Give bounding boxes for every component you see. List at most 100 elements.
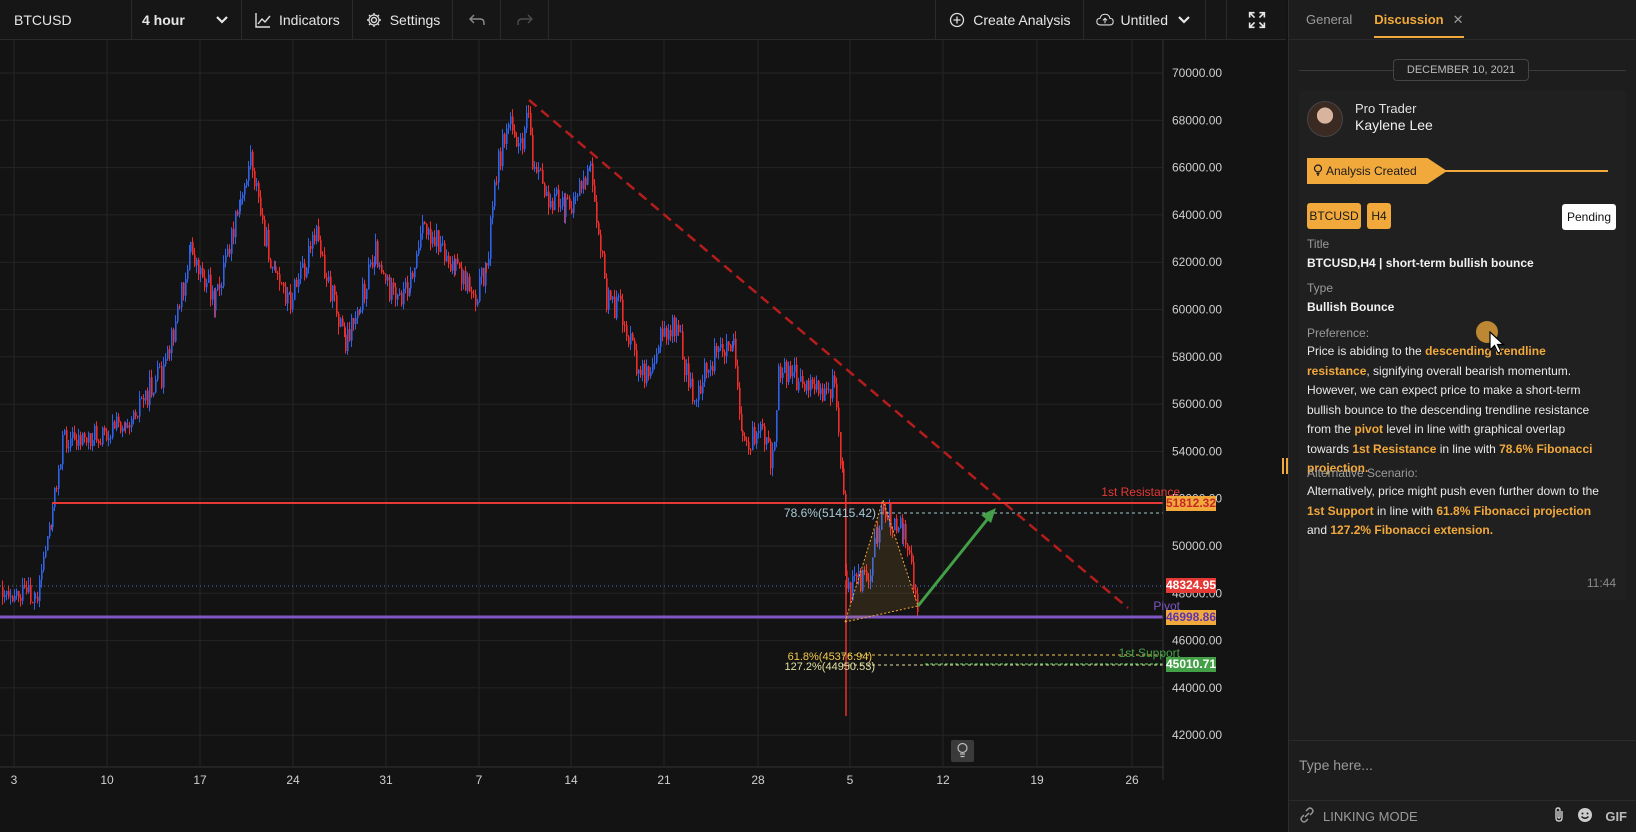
panel-tabs: General Discussion ✕ <box>1289 0 1636 40</box>
candle-body <box>471 291 473 294</box>
interval-selector[interactable]: 4 hour <box>132 0 242 40</box>
candle-body <box>86 437 88 443</box>
layout-name: Untitled <box>1120 11 1168 28</box>
candle-body <box>430 229 432 244</box>
candle-body <box>347 329 349 352</box>
candle-body <box>102 427 104 445</box>
candle-body <box>756 432 758 444</box>
candle-body <box>473 293 475 295</box>
candle-body <box>618 295 620 297</box>
candle-body <box>304 263 306 278</box>
candle-body <box>387 276 389 281</box>
candle-body <box>730 344 732 352</box>
candle-body <box>780 366 782 378</box>
author-name[interactable]: Kaylene Lee <box>1355 117 1433 133</box>
candle-body <box>179 306 181 308</box>
candle-body <box>656 353 658 363</box>
candle-body <box>432 237 434 244</box>
candle-body <box>534 166 536 169</box>
chart-canvas[interactable]: 70000.00 68000.00 66000.00 64000.00 62000.00… <box>0 40 1286 832</box>
candle-body <box>760 423 762 432</box>
linking-mode-button[interactable]: LINKING MODE <box>1299 807 1418 826</box>
candle-body <box>233 228 235 238</box>
descending-trendline[interactable] <box>528 99 1129 609</box>
candle-body <box>240 198 242 206</box>
fullscreen-button[interactable] <box>1226 0 1286 40</box>
candle-body <box>320 240 322 255</box>
price-chart[interactable]: 70000.00 68000.00 66000.00 64000.00 62000.00… <box>0 40 1288 832</box>
candle-body <box>377 241 379 267</box>
candle-body <box>836 383 838 408</box>
candle-body <box>66 430 68 449</box>
panel-footer: LINKING MODE GIF <box>1289 800 1636 832</box>
candle-body <box>774 441 776 451</box>
tab-discussion[interactable]: Discussion ✕ <box>1374 0 1464 40</box>
candle-body <box>4 594 6 598</box>
candle-body <box>294 279 296 300</box>
candle-body <box>151 377 153 396</box>
candle-body <box>694 400 696 402</box>
status-text: Analysis Created <box>1326 164 1417 178</box>
candle-body <box>816 380 818 390</box>
emoji-icon[interactable] <box>1577 807 1593 826</box>
candle-body <box>690 378 692 387</box>
symbol-selector[interactable]: BTCUSD <box>0 0 132 40</box>
candle-body <box>110 437 112 439</box>
candle-body <box>266 229 268 247</box>
candle-body <box>724 351 726 357</box>
candle-body <box>448 255 450 264</box>
candle-body <box>894 518 896 531</box>
tab-general[interactable]: General <box>1306 0 1352 40</box>
candle-body <box>143 397 145 401</box>
candle-body <box>459 262 461 268</box>
candle-body <box>379 264 381 267</box>
candle-body <box>298 278 300 287</box>
candle-body <box>145 390 147 401</box>
indicators-button[interactable]: Indicators <box>242 0 353 40</box>
layout-selector[interactable]: Untitled <box>1084 0 1206 40</box>
create-analysis-button[interactable]: Create Analysis <box>936 0 1084 40</box>
candle-body <box>562 197 564 207</box>
timeframe-chip: H4 <box>1367 203 1391 229</box>
redo-button[interactable] <box>501 0 550 40</box>
candle-body <box>552 200 554 211</box>
candle-body <box>530 112 532 136</box>
projection-arrow[interactable] <box>916 515 992 607</box>
lightbulb-icon[interactable] <box>951 740 974 762</box>
candle-body <box>393 282 395 288</box>
candle-body <box>486 263 488 266</box>
avatar[interactable] <box>1307 101 1343 137</box>
status-badge: Pending <box>1562 204 1616 230</box>
candle-body <box>177 306 179 322</box>
candle-body <box>567 197 569 199</box>
candle-body <box>351 317 353 341</box>
undo-icon <box>468 11 486 29</box>
candle-body <box>538 169 540 173</box>
candle-body <box>318 226 320 241</box>
candle-body <box>242 194 244 199</box>
candle-body <box>905 524 907 545</box>
settings-label: Settings <box>389 11 441 28</box>
candle-body <box>737 366 739 388</box>
candle-body <box>20 597 22 601</box>
candle-body <box>668 330 670 340</box>
settings-button[interactable]: Settings <box>353 0 454 40</box>
date-tick-label: 3 <box>11 773 18 787</box>
candle-body <box>640 369 642 376</box>
alt-scenario-text: Alternatively, price might push even fur… <box>1307 484 1599 537</box>
candle-body <box>104 427 106 432</box>
candle-body <box>856 574 858 578</box>
candle-body <box>90 433 92 447</box>
candle-body <box>217 284 219 290</box>
candle-body <box>702 382 704 394</box>
message-input[interactable] <box>1299 753 1619 777</box>
candle-body <box>106 431 108 440</box>
attachment-icon[interactable] <box>1553 807 1565 826</box>
undo-button[interactable] <box>453 0 502 40</box>
gif-button[interactable]: GIF <box>1605 809 1627 824</box>
close-icon[interactable]: ✕ <box>1453 12 1464 28</box>
redo-icon <box>516 11 534 29</box>
candle-body <box>520 138 522 143</box>
candle-body <box>405 282 407 289</box>
candle-body <box>332 285 334 301</box>
